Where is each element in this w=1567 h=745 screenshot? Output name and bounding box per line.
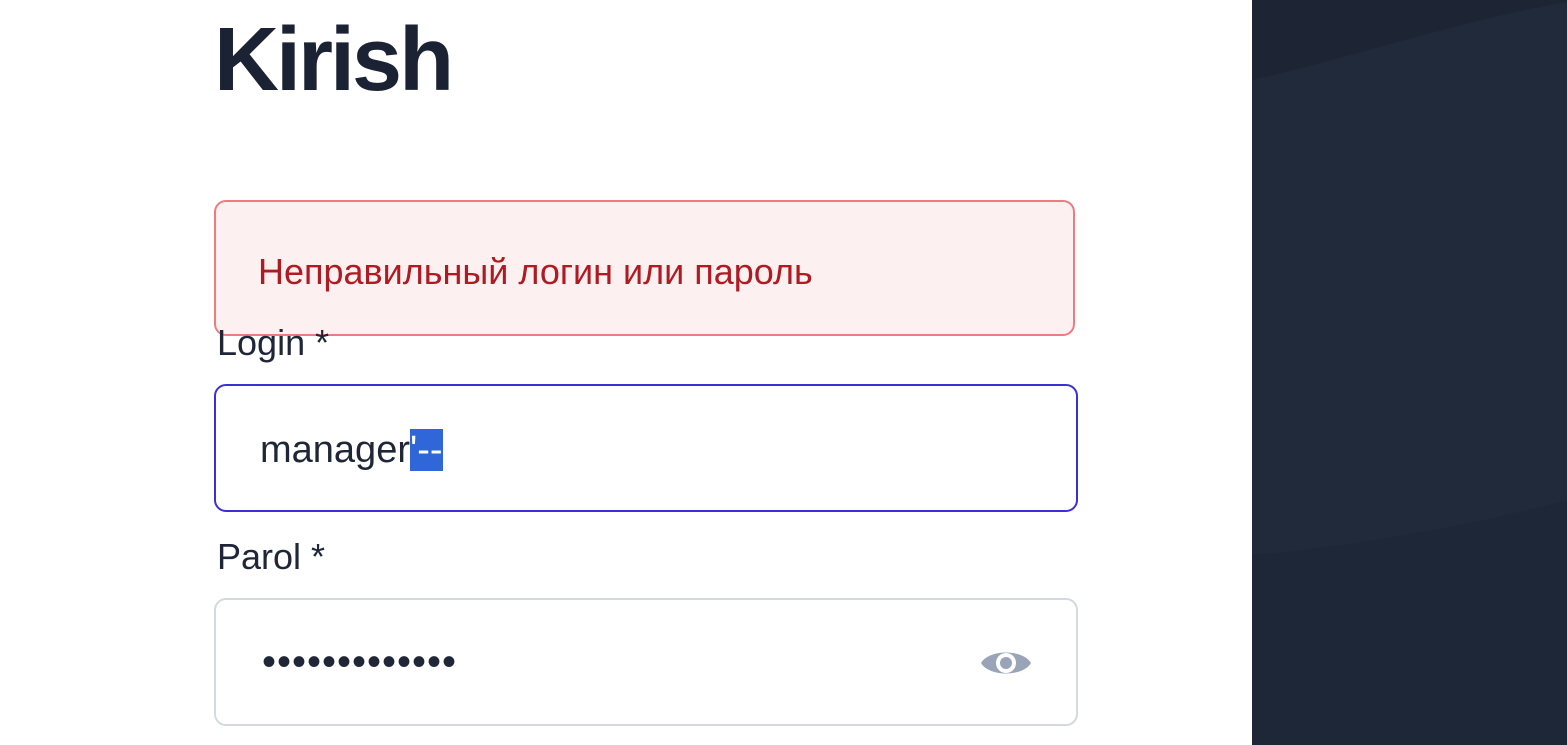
password-masked-value: •••••••••••••	[262, 640, 458, 684]
error-message: Неправильный логин или пароль	[258, 251, 813, 292]
decorative-side-panel	[1252, 0, 1567, 745]
login-input-value[interactable]: manager'--	[260, 426, 443, 474]
background-waves	[1252, 0, 1567, 745]
show-password-button[interactable]	[978, 640, 1034, 686]
eye-icon	[981, 652, 1031, 674]
password-label: Parol *	[217, 536, 326, 577]
text-selection: '--	[409, 429, 443, 471]
login-value-text: manager	[260, 429, 410, 471]
login-page: Kirish Неправильный логин или пароль Log…	[0, 0, 1567, 745]
login-label: Login *	[217, 322, 330, 363]
password-input[interactable]: •••••••••••••	[214, 598, 1078, 726]
page-title: Kirish	[214, 10, 454, 110]
login-panel: Kirish Неправильный логин или пароль Log…	[0, 0, 1252, 745]
login-input[interactable]: manager'--	[214, 384, 1078, 512]
error-alert: Неправильный логин или пароль	[214, 200, 1075, 336]
